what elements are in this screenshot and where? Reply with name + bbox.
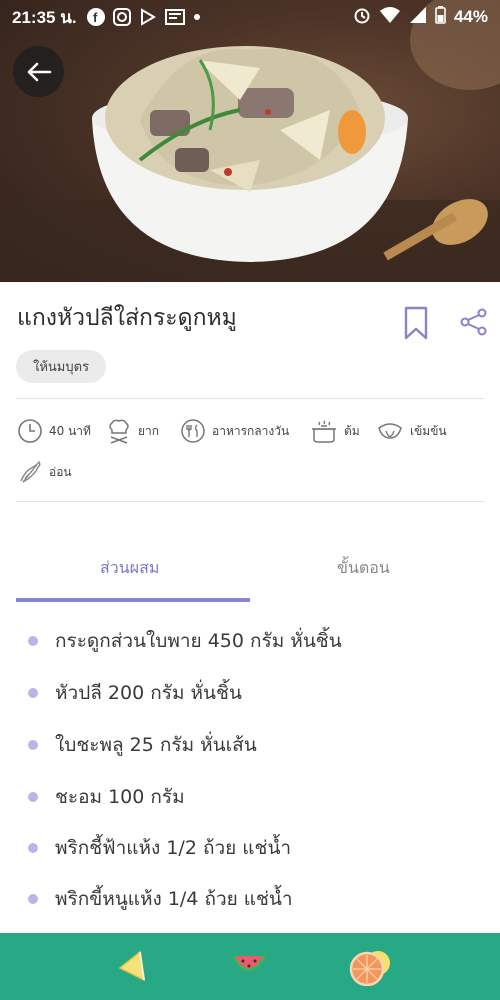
status-time: 21:35 น.: [12, 7, 77, 27]
bullet-icon: [28, 740, 38, 750]
ingredient-text: ชะอม 100 กรัม: [55, 786, 185, 808]
play-store-icon: [139, 8, 157, 26]
tab-steps[interactable]: ขั้นตอน: [337, 556, 390, 581]
signal-icon: [409, 6, 427, 29]
info-difficulty: ยาก: [106, 418, 159, 444]
active-tab-indicator: [16, 598, 250, 602]
list-item: ใบชะพลู 25 กรัม หั่นเส้น: [28, 730, 257, 760]
camera-app-icon: [112, 8, 131, 26]
tab-ingredients[interactable]: ส่วนผสม: [100, 556, 159, 581]
battery-icon: [435, 5, 446, 29]
list-item: ชะอม 100 กรัม: [28, 782, 185, 812]
bullet-icon: [28, 843, 38, 853]
bottom-nav-watermelon[interactable]: [230, 952, 268, 986]
info-meal: อาหารกลางวัน: [180, 418, 289, 444]
list-item: พริกขี้หนูแห้ง 1/4 ถ้วย แช่น้ำ: [28, 884, 293, 914]
info-taste: เข้มข้น: [376, 418, 447, 444]
info-method-label: ต้ม: [344, 423, 360, 438]
list-item: พริกชี้ฟ้าแห้ง 1/2 ถ้วย แช่น้ำ: [28, 833, 291, 863]
watermelon-icon: [232, 956, 266, 971]
alarm-icon: [353, 6, 371, 29]
notification-dot-icon: [193, 13, 201, 21]
ingredient-text: ใบชะพลู 25 กรัม หั่นเส้น: [55, 734, 257, 756]
clock-icon: [18, 419, 42, 443]
back-arrow-icon: [27, 62, 51, 81]
share-button[interactable]: [460, 308, 488, 340]
list-item: หัวปลี 200 กรัม หั่นชิ้น: [28, 678, 242, 708]
lemon-icon: [118, 950, 145, 982]
recipe-hero-image: [0, 0, 500, 282]
plate-cutlery-icon: [181, 419, 205, 443]
bottom-nav-lemon[interactable]: [116, 948, 148, 988]
facebook-icon: f: [86, 8, 105, 26]
recipe-tag[interactable]: ให้นมบุตร: [16, 350, 107, 383]
info-method: ต้ม: [310, 418, 360, 444]
ingredient-text: กระดูกส่วนใบพาย 450 กรัม หั่นชิ้น: [55, 630, 342, 652]
bullet-icon: [28, 894, 38, 904]
ingredient-text: พริกชี้ฟ้าแห้ง 1/2 ถ้วย แช่น้ำ: [55, 837, 292, 859]
pot-icon: [312, 420, 336, 443]
news-app-icon: [164, 9, 185, 25]
ingredient-text: หัวปลี 200 กรัม หั่นชิ้น: [55, 682, 242, 704]
mouth-tongue-icon: [378, 423, 402, 439]
info-difficulty-label: ยาก: [138, 423, 160, 438]
info-time-label: 40 นาที: [49, 423, 91, 438]
chili-pepper-icon: [20, 460, 41, 483]
recipe-title: แกงหัวปลีใส่กระดูกหมู: [17, 305, 237, 331]
chef-hat-icon: [109, 419, 129, 444]
battery-percentage: 44%: [453, 7, 488, 26]
bullet-icon: [28, 636, 38, 646]
share-icon: [460, 308, 487, 336]
divider: [16, 501, 484, 502]
info-meal-label: อาหารกลางวัน: [212, 423, 290, 438]
svg-text:f: f: [93, 10, 98, 25]
orange-icon: [349, 951, 390, 987]
back-button[interactable]: [13, 46, 64, 97]
divider: [16, 398, 484, 399]
status-bar: 21:35 น. f 44%: [0, 0, 500, 34]
wifi-icon: [379, 6, 401, 29]
bottom-nav-orange[interactable]: [348, 948, 392, 990]
bullet-icon: [28, 688, 38, 698]
ingredient-text: พริกขี้หนูแห้ง 1/4 ถ้วย แช่น้ำ: [55, 888, 293, 910]
info-spice: อ่อน: [17, 459, 72, 485]
info-spice-label: อ่อน: [49, 464, 72, 479]
info-taste-label: เข้มข้น: [410, 423, 447, 438]
list-item: กระดูกส่วนใบพาย 450 กรัม หั่นชิ้น: [28, 626, 342, 656]
bullet-icon: [28, 792, 38, 802]
info-time: 40 นาที: [17, 418, 91, 444]
bookmark-icon: [404, 306, 428, 340]
bookmark-button[interactable]: [404, 306, 428, 344]
